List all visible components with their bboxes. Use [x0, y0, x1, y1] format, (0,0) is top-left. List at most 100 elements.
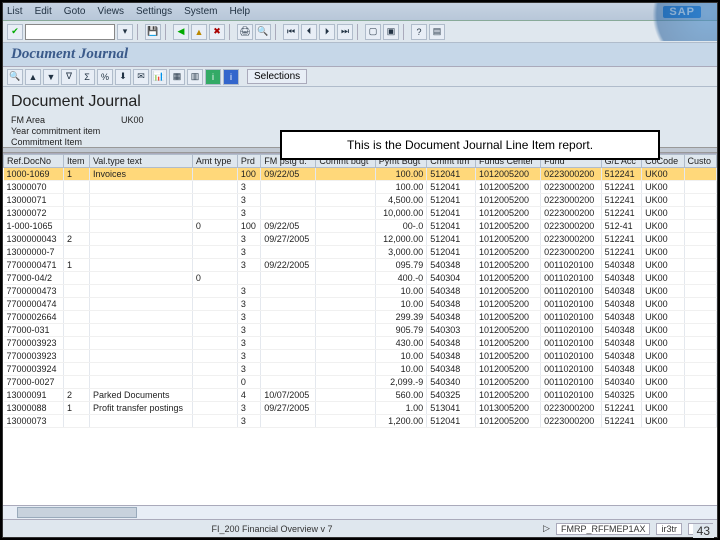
table-cell [261, 363, 316, 376]
table-row[interactable]: 7700000474310.00540348101200520000110201… [4, 298, 717, 311]
layout-select-icon[interactable]: ▥ [187, 69, 203, 85]
table-cell: 3 [237, 285, 260, 298]
layout-icon[interactable]: ▤ [429, 24, 445, 40]
table-row[interactable]: 77000039233430.0054034810120052000011020… [4, 337, 717, 350]
table-cell: 13000088 [4, 402, 64, 415]
table-row[interactable]: 130000881Profit transfer postings309/27/… [4, 402, 717, 415]
table-row[interactable]: 7700003923310.00540348101200520000110201… [4, 350, 717, 363]
exit-icon[interactable]: ▲ [191, 24, 207, 40]
table-cell [684, 311, 716, 324]
table-cell: 3 [237, 337, 260, 350]
table-row[interactable]: 77000-04/20400.-054030410120052000011020… [4, 272, 717, 285]
table-cell: 0223000200 [541, 220, 601, 233]
table-cell [63, 194, 89, 207]
first-page-icon[interactable]: ⏮ [283, 24, 299, 40]
save-icon[interactable]: 💾 [145, 24, 161, 40]
shortcut-icon[interactable]: ▣ [383, 24, 399, 40]
menu-settings[interactable]: Settings [136, 6, 172, 17]
table-cell: 540348 [427, 350, 476, 363]
table-cell: 0223000200 [541, 168, 601, 181]
menu-views[interactable]: Views [97, 6, 124, 17]
table-row[interactable]: 13000000-733,000.00512041101200520002230… [4, 246, 717, 259]
table-cell: 540348 [601, 337, 641, 350]
table-row[interactable]: 1300007331,200.0051204110120052000223000… [4, 415, 717, 428]
layout-change-icon[interactable]: ▦ [169, 69, 185, 85]
table-cell: 1012005200 [475, 376, 540, 389]
mail-icon[interactable]: ✉ [133, 69, 149, 85]
menu-goto[interactable]: Goto [64, 6, 86, 17]
col-header[interactable]: Ref.DocNo [4, 155, 64, 168]
table-cell: 1012005200 [475, 337, 540, 350]
info2-icon[interactable]: i [223, 69, 239, 85]
table-container[interactable]: Ref.DocNoItemVal.type textAmt typePrdFM … [3, 153, 717, 505]
table-cell [63, 311, 89, 324]
table-cell [89, 246, 192, 259]
transaction-input[interactable] [25, 24, 115, 40]
col-header[interactable]: Item [63, 155, 89, 168]
table-cell [684, 324, 716, 337]
horizontal-scrollbar[interactable] [3, 505, 717, 519]
enter-icon[interactable]: ✔ [7, 24, 23, 40]
menu-list[interactable]: List [7, 6, 23, 17]
col-header[interactable]: Custo [684, 155, 716, 168]
table-cell: 0223000200 [541, 233, 601, 246]
sum-icon[interactable]: Σ [79, 69, 95, 85]
scrollbar-thumb[interactable] [17, 507, 137, 518]
table-row[interactable]: 1300007134,500.0051204110120052000223000… [4, 194, 717, 207]
selections-button[interactable]: Selections [247, 69, 307, 84]
back-icon[interactable]: ◀ [173, 24, 189, 40]
table-row[interactable]: 77000-0313905.79540303101200520000110201… [4, 324, 717, 337]
menu-system[interactable]: System [184, 6, 217, 17]
table-row[interactable]: 77000026643299.3954034810120052000011020… [4, 311, 717, 324]
cancel-icon[interactable]: ✖ [209, 24, 225, 40]
table-row[interactable]: 1000-10691Invoices10009/22/05100.0051204… [4, 168, 717, 181]
sort-desc-icon[interactable]: ▼ [43, 69, 59, 85]
table-cell [316, 311, 375, 324]
filter-icon[interactable]: ∇ [61, 69, 77, 85]
dropdown-icon[interactable]: ▾ [117, 24, 133, 40]
table-row[interactable]: 7700000473310.00540348101200520000110201… [4, 285, 717, 298]
table-cell [316, 194, 375, 207]
table-cell: UK00 [642, 324, 684, 337]
table-row[interactable]: 7700003924310.00540348101200520000110201… [4, 363, 717, 376]
print-icon[interactable]: 🖨 [237, 24, 253, 40]
detail-icon[interactable]: 🔍 [7, 69, 23, 85]
table-cell: 095.79 [375, 259, 426, 272]
table-row[interactable]: 130000912Parked Documents410/07/2005560.… [4, 389, 717, 402]
table-cell: UK00 [642, 389, 684, 402]
status-center: FI_200 Financial Overview v 7 [211, 524, 332, 534]
prev-page-icon[interactable]: ⏴ [301, 24, 317, 40]
sort-asc-icon[interactable]: ▲ [25, 69, 41, 85]
table-cell: 512241 [601, 246, 641, 259]
col-header[interactable]: Prd [237, 155, 260, 168]
table-row[interactable]: 1-000-1065010009/22/0500-.05120411012005… [4, 220, 717, 233]
new-session-icon[interactable]: ▢ [365, 24, 381, 40]
export-icon[interactable]: ⬇ [115, 69, 131, 85]
table-cell: UK00 [642, 298, 684, 311]
table-row[interactable]: 77000-002702,099.-9540340101200520000110… [4, 376, 717, 389]
table-cell [684, 415, 716, 428]
menu-help[interactable]: Help [229, 6, 250, 17]
table-cell: UK00 [642, 402, 684, 415]
table-row[interactable]: 13000072310,000.005120411012005200022300… [4, 207, 717, 220]
menu-edit[interactable]: Edit [35, 6, 52, 17]
subtotal-icon[interactable]: % [97, 69, 113, 85]
chart-icon[interactable]: 📊 [151, 69, 167, 85]
table-row[interactable]: 130000703100.005120411012005200022300020… [4, 181, 717, 194]
last-page-icon[interactable]: ⏭ [337, 24, 353, 40]
fm-area-label: FM Area [11, 115, 121, 125]
table-cell: 540348 [427, 259, 476, 272]
table-row[interactable]: 77000004711309/22/2005095.79540348101200… [4, 259, 717, 272]
next-page-icon[interactable]: ⏵ [319, 24, 335, 40]
find-icon[interactable]: 🔍 [255, 24, 271, 40]
col-header[interactable]: Val.type text [89, 155, 192, 168]
table-cell: 540348 [601, 298, 641, 311]
table-cell [192, 194, 237, 207]
table-cell: 10/07/2005 [261, 389, 316, 402]
help-icon[interactable]: ? [411, 24, 427, 40]
status-client: ir3tr [656, 523, 682, 535]
col-header[interactable]: Amt type [192, 155, 237, 168]
info-icon[interactable]: i [205, 69, 221, 85]
table-row[interactable]: 13000000432309/27/200512,000.00512041101… [4, 233, 717, 246]
table-cell [261, 194, 316, 207]
